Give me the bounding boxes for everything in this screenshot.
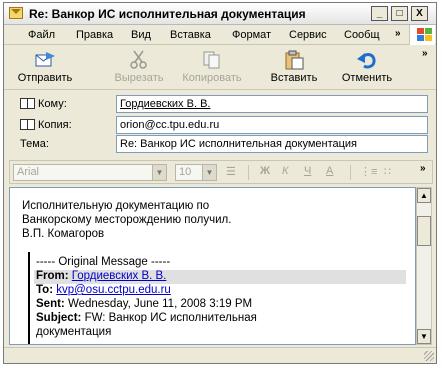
- copy-button[interactable]: Копировать: [179, 48, 245, 88]
- separator: [350, 165, 351, 180]
- menu-format[interactable]: Формат: [232, 29, 271, 41]
- quoted-sent: Sent: Wednesday, June 11, 2008 3:19 PM: [36, 298, 253, 310]
- address-book-icon[interactable]: [20, 98, 35, 109]
- body-line: Ванкорскому месторождению получил.: [22, 214, 232, 226]
- paste-button[interactable]: Вставить: [266, 48, 322, 88]
- toolbar: Отправить Вырезать Копировать Вставить О…: [4, 46, 436, 90]
- menu-bar: Файл Правка Вид Вставка Формат Сервис Со…: [4, 25, 436, 45]
- quoted-subject: Subject: FW: Ванкор ИС исполнительная: [36, 312, 257, 324]
- toolbar-overflow-chevron[interactable]: »: [422, 48, 428, 59]
- quoted-subject-cont: документация: [36, 326, 112, 338]
- cc-field[interactable]: orion@cc.tpu.edu.ru: [116, 116, 428, 134]
- copy-icon: [201, 50, 223, 70]
- title-bar[interactable]: Re: Ванкор ИС исполнительная документаци…: [4, 3, 436, 25]
- paste-label: Вставить: [270, 72, 318, 84]
- menu-overflow-chevron[interactable]: »: [395, 28, 401, 39]
- menu-message[interactable]: Сообщ: [344, 29, 380, 41]
- message-window: Re: Ванкор ИС исполнительная документаци…: [3, 2, 437, 364]
- menu-tools[interactable]: Сервис: [289, 29, 327, 41]
- subject-label: Тема:: [20, 138, 49, 150]
- quoted-to: To: kvp@osu.cctpu.edu.ru: [36, 284, 171, 296]
- bullet-list-icon[interactable]: ∷: [384, 165, 391, 178]
- scroll-up-icon[interactable]: ▲: [417, 188, 431, 203]
- body-line: В.П. Комагоров: [22, 228, 105, 240]
- to-label: Кому:: [20, 98, 67, 110]
- body-line: Исполнительную документацию по: [22, 200, 210, 212]
- window-title: Re: Ванкор ИС исполнительная документаци…: [29, 7, 306, 21]
- resize-grip-icon[interactable]: [424, 351, 434, 361]
- cut-button[interactable]: Вырезать: [110, 48, 168, 88]
- undo-icon: [356, 50, 378, 70]
- underline-icon[interactable]: Ч: [304, 165, 311, 177]
- font-size-select[interactable]: 10 ▼: [175, 164, 217, 181]
- paragraph-style-icon[interactable]: ☰: [226, 165, 236, 178]
- chevron-down-icon: ▼: [202, 165, 216, 180]
- copy-label: Копировать: [182, 72, 242, 84]
- chevron-down-icon: ▼: [152, 165, 166, 180]
- from-link[interactable]: Гордиевских В. В.: [72, 270, 167, 282]
- menu-view[interactable]: Вид: [131, 29, 151, 41]
- minimize-button[interactable]: _: [371, 6, 388, 21]
- cut-label: Вырезать: [114, 72, 164, 84]
- original-message-header: ----- Original Message -----: [36, 256, 171, 268]
- address-book-icon[interactable]: [20, 119, 35, 130]
- menu-edit[interactable]: Правка: [76, 29, 113, 41]
- italic-icon[interactable]: К: [282, 165, 288, 177]
- scroll-down-icon[interactable]: ▼: [417, 329, 431, 344]
- send-label: Отправить: [17, 72, 73, 84]
- close-button[interactable]: X: [411, 6, 428, 21]
- envelope-icon: [9, 7, 23, 19]
- font-select[interactable]: Arial ▼: [13, 164, 167, 181]
- status-bar: [4, 347, 436, 363]
- separator: [248, 165, 249, 180]
- numbered-list-icon[interactable]: ⋮≡: [360, 165, 377, 178]
- send-button[interactable]: Отправить: [16, 48, 74, 88]
- undo-label: Отменить: [341, 72, 393, 84]
- quoted-from: From: Гордиевских В. В.: [36, 270, 167, 282]
- format-toolbar: Arial ▼ 10 ▼ ☰ Ж К Ч A ⋮≡ ∷ »: [9, 160, 433, 184]
- bold-icon[interactable]: Ж: [260, 165, 270, 177]
- maximize-button[interactable]: □: [391, 6, 408, 21]
- send-icon: [34, 50, 56, 70]
- vertical-scrollbar[interactable]: ▲ ▼: [416, 187, 432, 345]
- scissors-icon: [128, 50, 150, 70]
- to-link[interactable]: kvp@osu.cctpu.edu.ru: [56, 284, 171, 296]
- windows-logo-icon: [409, 25, 435, 45]
- scroll-thumb[interactable]: [417, 216, 431, 246]
- message-body[interactable]: Исполнительную документацию по Ванкорско…: [9, 187, 416, 345]
- format-overflow-chevron[interactable]: »: [420, 163, 426, 174]
- cc-label: Копия:: [20, 119, 72, 131]
- undo-button[interactable]: Отменить: [336, 48, 398, 88]
- font-color-icon[interactable]: A: [326, 165, 333, 177]
- menu-insert[interactable]: Вставка: [170, 29, 211, 41]
- subject-field[interactable]: Re: Ванкор ИС исполнительная документаци…: [116, 135, 428, 153]
- quote-bar: [28, 252, 30, 344]
- menu-file[interactable]: Файл: [28, 29, 55, 41]
- to-field[interactable]: Гордиевских В. В.: [116, 95, 428, 113]
- clipboard-icon: [283, 50, 305, 70]
